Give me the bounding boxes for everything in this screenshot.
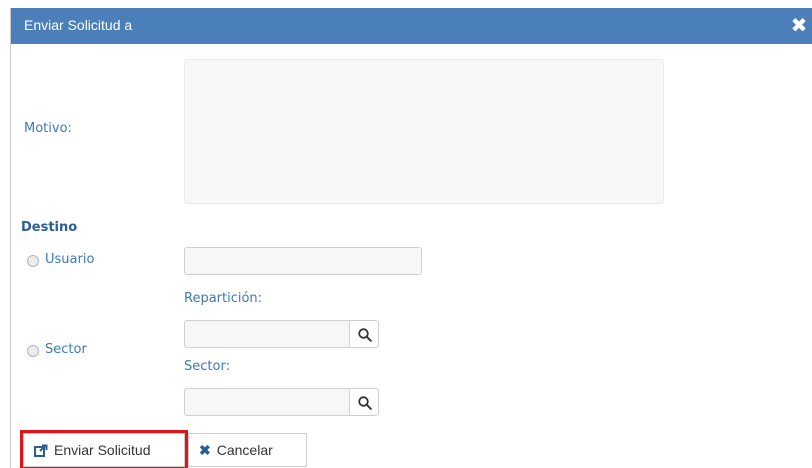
search-icon [358,396,372,410]
send-request-button[interactable]: Enviar Solicitud [20,430,188,468]
send-request-label: Enviar Solicitud [54,442,151,458]
x-icon: ✖ [199,441,211,458]
dialog-title: Enviar Solicitud a [24,17,133,33]
sector-radio-label: Sector [45,342,87,357]
share-icon [34,444,48,457]
usuario-input[interactable] [184,247,422,275]
sector-search-button[interactable] [349,388,379,416]
sector-input[interactable] [184,388,350,416]
reparticion-label: Repartición: [184,291,263,306]
send-request-dialog: Enviar Solicitud a ✖ Motivo: Destino Usu… [10,8,812,468]
cancel-label: Cancelar [216,442,273,458]
usuario-radio[interactable] [27,255,39,267]
search-icon [358,328,372,342]
close-icon[interactable]: ✖ [789,13,809,37]
reparticion-input[interactable] [184,320,350,348]
dialog-titlebar: Enviar Solicitud a ✖ [11,8,812,44]
motivo-label: Motivo: [24,121,72,136]
destino-heading: Destino [21,220,78,235]
cancel-button[interactable]: ✖ Cancelar [188,433,307,467]
motivo-textarea[interactable] [184,59,664,204]
sector-field-label: Sector: [184,359,230,374]
reparticion-search-button[interactable] [349,320,379,348]
usuario-label: Usuario [45,252,95,267]
sector-radio[interactable] [27,345,39,357]
